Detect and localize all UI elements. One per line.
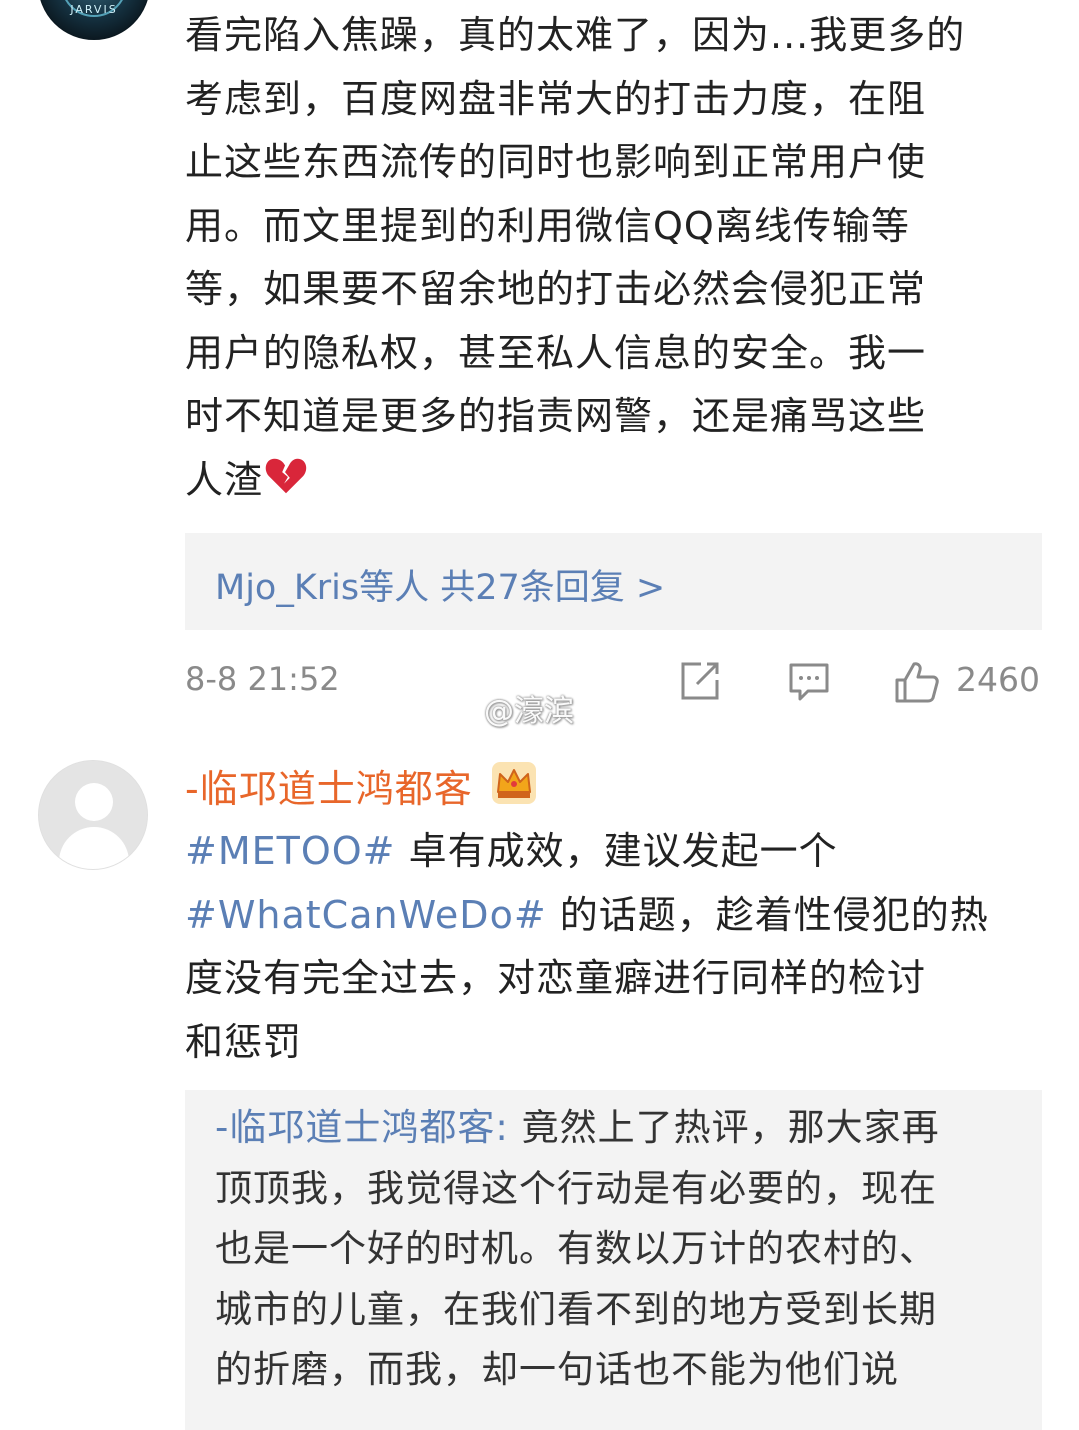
quoted-reply-text: -临邛道士鸿都客: 竟然上了热评，那大家再 顶顶我，我觉得这个行动是有必要的，现… bbox=[215, 1098, 1015, 1401]
broken-heart-icon bbox=[265, 458, 307, 493]
username[interactable]: -临邛道士鸿都客 bbox=[185, 758, 473, 813]
watermark: @濠滨 bbox=[484, 694, 574, 729]
quoted-reply-box[interactable]: -临邛道士鸿都客: 竟然上了热评，那大家再 顶顶我，我觉得这个行动是有必要的，现… bbox=[185, 1090, 1042, 1430]
comment-time: 8-8 21:52 bbox=[185, 660, 340, 698]
crown-icon bbox=[492, 762, 536, 804]
comment-icon[interactable] bbox=[788, 662, 830, 702]
topic-link-whatcanwedo[interactable]: #WhatCanWeDo# bbox=[185, 893, 547, 937]
quoted-reply-username[interactable]: -临邛道士鸿都客: bbox=[215, 1106, 509, 1149]
avatar-body bbox=[59, 827, 129, 869]
avatar-label: JARVIS bbox=[70, 3, 118, 16]
comment-text-body: 看完陷入焦躁，真的太难了，因为...我更多的 考虑到，百度网盘非常大的打击力度，… bbox=[185, 13, 966, 502]
comment-text: 看完陷入焦躁，真的太难了，因为...我更多的 考虑到，百度网盘非常大的打击力度，… bbox=[185, 4, 1050, 512]
topic-link-metoo[interactable]: #METOO# bbox=[185, 829, 396, 873]
avatar-default[interactable] bbox=[38, 760, 148, 870]
repost-icon[interactable] bbox=[679, 660, 721, 702]
comment-text-2-part1: 卓有成效，建议发起一个 bbox=[395, 829, 838, 873]
reply-summary-box[interactable]: Mjo_Kris等人 共27条回复 > bbox=[185, 533, 1042, 630]
avatar[interactable]: JARVIS bbox=[38, 0, 150, 40]
like-icon[interactable] bbox=[894, 660, 940, 704]
like-count: 2460 bbox=[956, 660, 1040, 699]
avatar-head bbox=[75, 783, 113, 821]
comment-text-2: #METOO# 卓有成效，建议发起一个 #WhatCanWeDo# 的话题，趁着… bbox=[185, 820, 1050, 1074]
reply-summary-link[interactable]: Mjo_Kris等人 共27条回复 > bbox=[215, 559, 665, 610]
